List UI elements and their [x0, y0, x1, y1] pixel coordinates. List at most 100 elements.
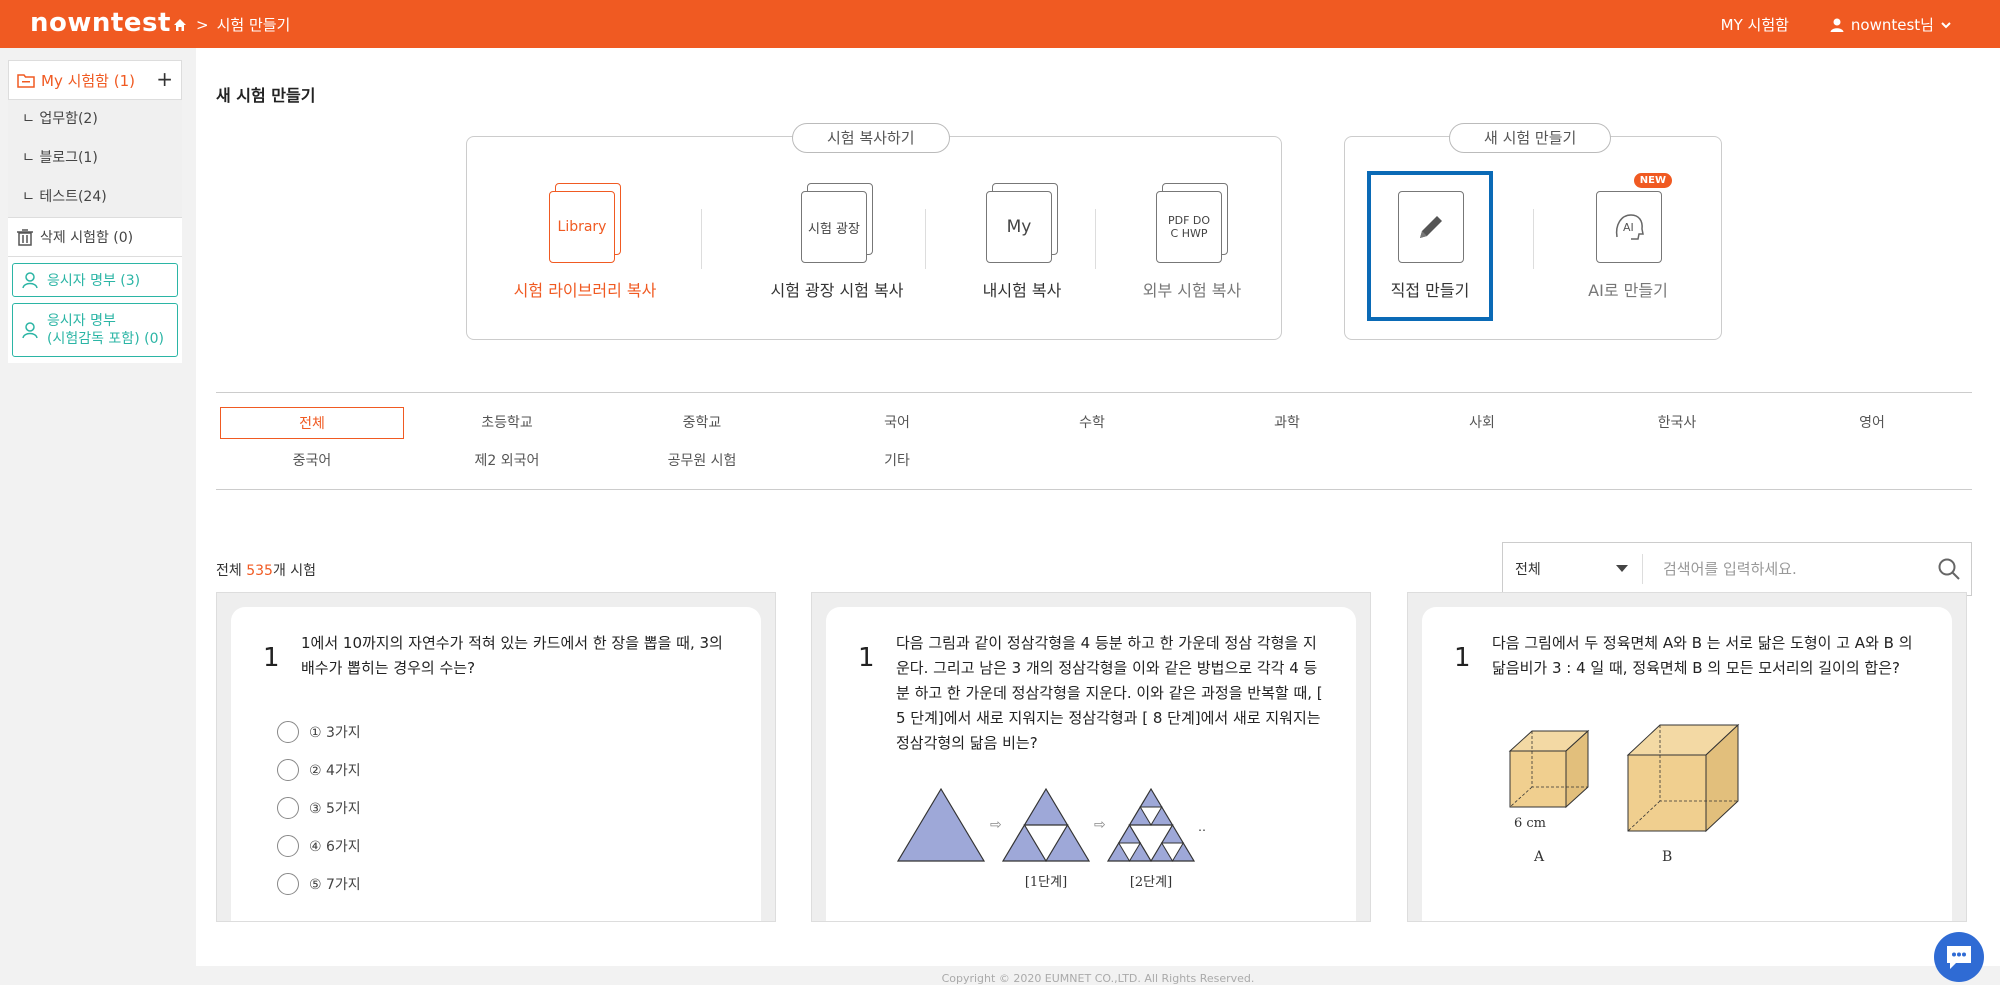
stage-1-label: [1단계] [1025, 875, 1067, 890]
category-korean[interactable]: 국어 [805, 407, 989, 439]
question-card-2[interactable]: 1 다음 그림과 같이 정삼각형을 4 등분 하고 한 가운데 정삼 각형을 지… [811, 592, 1371, 922]
library-copy-option[interactable]: Library 시험 라이브러리 복사 [505, 183, 665, 301]
question-text: 1에서 10까지의 자연수가 적혀 있는 카드에서 한 장을 뽑을 때, 3의 … [301, 634, 723, 677]
radio-button[interactable] [277, 873, 299, 895]
stage-2-label: [2단계] [1130, 875, 1172, 890]
choice-item[interactable]: ④ 6가지 [277, 827, 361, 865]
sidebar-item-blog[interactable]: ㄴ 블로그(1) [8, 139, 182, 178]
category-history[interactable]: 한국사 [1585, 407, 1769, 439]
direct-create-label: 직접 만들기 [1390, 281, 1470, 300]
my-copy-label: 내시험 복사 [982, 281, 1062, 300]
library-icon: Library [549, 191, 615, 263]
question-card-1[interactable]: 1 1에서 10까지의 자연수가 적혀 있는 카드에서 한 장을 뽑을 때, 3… [216, 592, 776, 922]
person-icon [22, 272, 38, 289]
my-copy-option[interactable]: My 내시험 복사 [957, 183, 1087, 301]
copy-section: 시험 복사하기 Library 시험 라이브러리 복사 시험 광장 시험 광장 … [466, 123, 1282, 340]
search-input[interactable] [1643, 560, 1927, 578]
category-social[interactable]: 사회 [1390, 407, 1574, 439]
choice-item[interactable]: ② 4가지 [277, 751, 361, 789]
count-suffix: 개 시험 [272, 563, 317, 579]
category-chinese[interactable]: 중국어 [220, 445, 404, 477]
plaza-icon: 시험 광장 [801, 191, 867, 263]
category-elementary[interactable]: 초등학교 [415, 407, 599, 439]
roster-proctor-line2: (시험감독 포함) (0) [47, 331, 164, 347]
footer-copyright: Copyright © 2020 EUMNET CO.,LTD. All Rig… [941, 972, 1255, 985]
choice-label: ③ 5가지 [309, 801, 361, 817]
category-civil-service[interactable]: 공무원 시험 [610, 445, 794, 477]
search-filter-value: 전체 [1515, 562, 1541, 578]
question-card-3[interactable]: 1 다음 그림에서 두 정육면체 A와 B 는 서로 닮은 도형이 고 A와 B… [1407, 592, 1967, 922]
question-text: 다음 그림에서 두 정육면체 A와 B 는 서로 닮은 도형이 고 A와 B 의… [1492, 634, 1913, 677]
count-prefix: 전체 [216, 563, 247, 579]
ai-create-option[interactable]: AI NEW AI로 만들기 [1563, 173, 1693, 301]
question-number: 1 [858, 643, 875, 673]
user-icon [1830, 18, 1844, 32]
trash-icon [17, 229, 33, 246]
external-copy-label: 외부 시험 복사 [1142, 281, 1242, 300]
folder-icon [17, 74, 35, 88]
radio-button[interactable] [277, 721, 299, 743]
new-section-title: 새 시험 만들기 [1449, 123, 1612, 153]
category-english[interactable]: 영어 [1780, 407, 1964, 439]
category-science[interactable]: 과학 [1195, 407, 1379, 439]
logo[interactable]: nowntest [30, 8, 171, 38]
my-exams-link[interactable]: MY 시험함 [1721, 14, 1789, 35]
choice-label: ④ 6가지 [309, 839, 361, 855]
choice-item[interactable]: ③ 5가지 [277, 789, 361, 827]
plaza-copy-option[interactable]: 시험 광장 시험 광장 시험 복사 [737, 183, 937, 301]
ai-icon: AI [1596, 191, 1662, 263]
direct-create-option[interactable]: 직접 만들기 [1371, 187, 1489, 301]
user-menu[interactable]: nowntest님 [1829, 14, 1952, 35]
chat-icon [1947, 946, 1971, 969]
search-icon [1938, 558, 1960, 580]
svg-text:⇨: ⇨ [1094, 817, 1106, 833]
add-folder-button[interactable]: + [156, 67, 173, 91]
choice-item[interactable]: ⑤ 7가지 [277, 865, 361, 903]
search-filter-select[interactable]: 전체 [1503, 554, 1643, 584]
plaza-copy-label: 시험 광장 시험 복사 [770, 281, 904, 300]
library-copy-label: 시험 라이브러리 복사 [513, 281, 657, 300]
choice-list: ① 3가지 ② 4가지 ③ 5가지 ④ 6가지 ⑤ 7가지 [277, 713, 361, 903]
category-other[interactable]: 기타 [805, 445, 989, 477]
choice-item[interactable]: ① 3가지 [277, 713, 361, 751]
roster-proctor-button[interactable]: 응시자 명부 (시험감독 포함) (0) [12, 303, 178, 357]
svg-text:⇨: ⇨ [990, 817, 1002, 833]
sidebar-item-work[interactable]: ㄴ 업무함(2) [8, 100, 182, 139]
person-icon [22, 322, 38, 339]
home-icon[interactable] [172, 17, 188, 33]
svg-text:AI: AI [1623, 221, 1634, 234]
radio-button[interactable] [277, 759, 299, 781]
sidebar: My 시험함 (1) + ㄴ 업무함(2) ㄴ 블로그(1) ㄴ 테스트(24)… [8, 60, 182, 363]
category-middle[interactable]: 중학교 [610, 407, 794, 439]
breadcrumb: > 시험 만들기 [172, 14, 290, 35]
trash-label: 삭제 시험함 (0) [40, 230, 134, 246]
length-label: 6 cm [1514, 816, 1546, 831]
question-number: 1 [1454, 643, 1471, 673]
user-name: nowntest님 [1850, 16, 1934, 34]
page-title: 새 시험 만들기 [216, 86, 316, 105]
breadcrumb-separator: > [196, 15, 209, 34]
question-text: 다음 그림과 같이 정삼각형을 4 등분 하고 한 가운데 정삼 각형을 지운다… [896, 634, 1323, 752]
external-copy-option[interactable]: PDF DOC HWP 외부 시험 복사 [1117, 183, 1267, 301]
my-icon: My [986, 191, 1052, 263]
chat-button[interactable] [1934, 932, 1984, 982]
choice-label: ⑤ 7가지 [309, 877, 361, 893]
radio-button[interactable] [277, 797, 299, 819]
cube-b-label: B [1662, 849, 1672, 865]
sidebar-item-trash[interactable]: 삭제 시험함 (0) [8, 217, 182, 257]
category-math[interactable]: 수학 [1000, 407, 1184, 439]
triangle-figure: ⇨ ⇨ [1단계] [2단계] … [896, 787, 1206, 890]
breadcrumb-current: 시험 만들기 [216, 16, 291, 34]
roster-button[interactable]: 응시자 명부 (3) [12, 263, 178, 297]
search-button[interactable] [1927, 557, 1971, 581]
sidebar-item-test[interactable]: ㄴ 테스트(24) [8, 178, 182, 217]
category-all[interactable]: 전체 [220, 407, 404, 439]
cube-a-label: A [1533, 849, 1545, 865]
roster-label: 응시자 명부 (3) [47, 273, 141, 289]
my-exams-folder[interactable]: My 시험함 (1) + [8, 60, 182, 100]
category-second-language[interactable]: 제2 외국어 [415, 445, 599, 477]
caret-down-icon [1616, 565, 1628, 572]
radio-button[interactable] [277, 835, 299, 857]
question-number: 1 [263, 643, 280, 673]
ellipsis-label: … [1198, 820, 1206, 834]
